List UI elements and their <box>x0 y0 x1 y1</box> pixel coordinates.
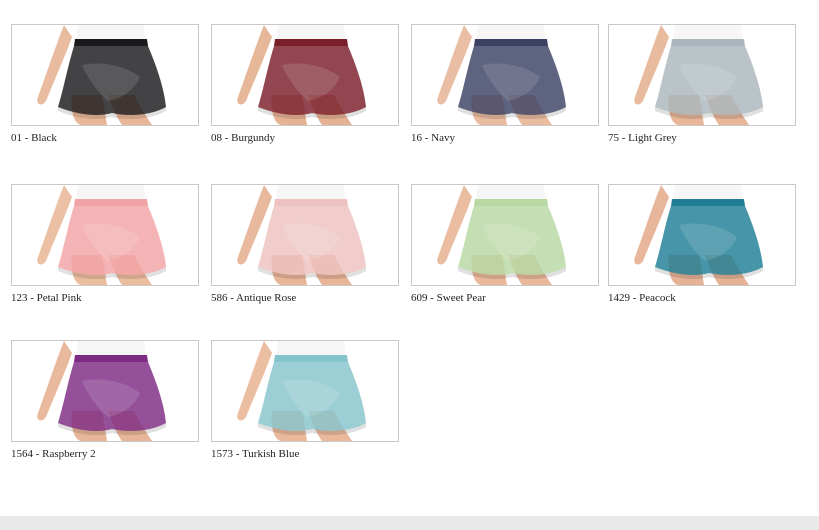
swatch-label: 01 - Black <box>11 132 57 144</box>
swatch-card[interactable]: 16 - Navy <box>411 24 601 144</box>
skirt-image[interactable] <box>211 24 399 126</box>
swatch-label: 609 - Sweet Pear <box>411 292 486 304</box>
swatch-card[interactable]: 01 - Black <box>11 24 201 144</box>
swatch-card[interactable]: 1573 - Turkish Blue <box>211 340 401 460</box>
skirt-image[interactable] <box>411 184 599 286</box>
swatch-card[interactable]: 75 - Light Grey <box>608 24 798 144</box>
swatch-label: 16 - Navy <box>411 132 455 144</box>
swatch-card[interactable]: 123 - Petal Pink <box>11 184 201 304</box>
swatch-label: 75 - Light Grey <box>608 132 677 144</box>
swatch-label: 586 - Antique Rose <box>211 292 297 304</box>
skirt-image[interactable] <box>11 184 199 286</box>
swatch-card[interactable]: 08 - Burgundy <box>211 24 401 144</box>
skirt-image[interactable] <box>608 24 796 126</box>
swatch-label: 123 - Petal Pink <box>11 292 82 304</box>
skirt-image[interactable] <box>211 340 399 442</box>
skirt-image[interactable] <box>211 184 399 286</box>
skirt-image[interactable] <box>608 184 796 286</box>
swatch-card[interactable]: 1564 - Raspberry 2 <box>11 340 201 460</box>
skirt-image[interactable] <box>11 340 199 442</box>
swatch-card[interactable]: 609 - Sweet Pear <box>411 184 601 304</box>
skirt-image[interactable] <box>11 24 199 126</box>
swatch-label: 1573 - Turkish Blue <box>211 448 300 460</box>
swatch-card[interactable]: 1429 - Peacock <box>608 184 798 304</box>
swatch-label: 1429 - Peacock <box>608 292 676 304</box>
swatch-label: 08 - Burgundy <box>211 132 275 144</box>
swatch-label: 1564 - Raspberry 2 <box>11 448 96 460</box>
swatch-card[interactable]: 586 - Antique Rose <box>211 184 401 304</box>
skirt-image[interactable] <box>411 24 599 126</box>
bottom-bar <box>0 516 819 530</box>
